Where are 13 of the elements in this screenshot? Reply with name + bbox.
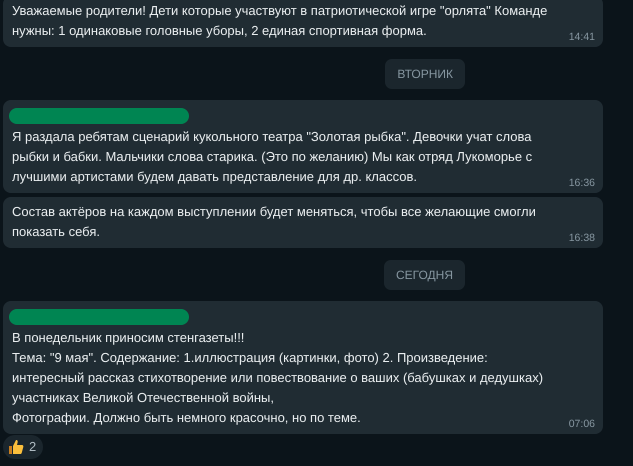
message-text: В понедельник приносим стенгазеты!!! Тема: "9 мая". Содержание: 1.иллюстрация (картинки, фото) 2. Произведение: интересный рассказ стихотворение или повествование о ваших (бабушках и дедушках) участниках Великой Отечественной войны, Фотографии. Должно быть немного красочно, но по теме. bbox=[12, 329, 544, 427]
message-text: Я раздала ребятам сценарий кукольного театра "Золотая рыбка". Девочки учат слова рыбки и бабки. Мальчики слова старика. (Это по желанию) Мы как отряд Лукоморье с лучшими артистами будем давать представление для др. классов. bbox=[12, 128, 532, 186]
date-separator: СЕГОДНЯ bbox=[384, 260, 465, 290]
message-time: 07:06 bbox=[568, 418, 595, 430]
message-time: 14:41 bbox=[568, 31, 595, 43]
message-text: Состав актёров на каждом выступлении будет меняться, чтобы все желающие смогли показать себя. bbox=[12, 203, 536, 241]
thumbs-up-icon bbox=[7, 438, 25, 456]
message-time: 16:36 bbox=[568, 177, 595, 189]
date-separator: ВТОРНИК bbox=[385, 59, 465, 89]
message-text: Уважаемые родители! Дети которые участвуют в патриотической игре "орлята" Команде нужны: 1 одинаковые головные уборы, 2 единая спортивная форма. bbox=[12, 2, 548, 40]
reaction-count: 2 bbox=[29, 438, 36, 456]
message-time: 16:38 bbox=[568, 232, 595, 244]
reaction-chip[interactable]: 2 bbox=[3, 435, 44, 458]
